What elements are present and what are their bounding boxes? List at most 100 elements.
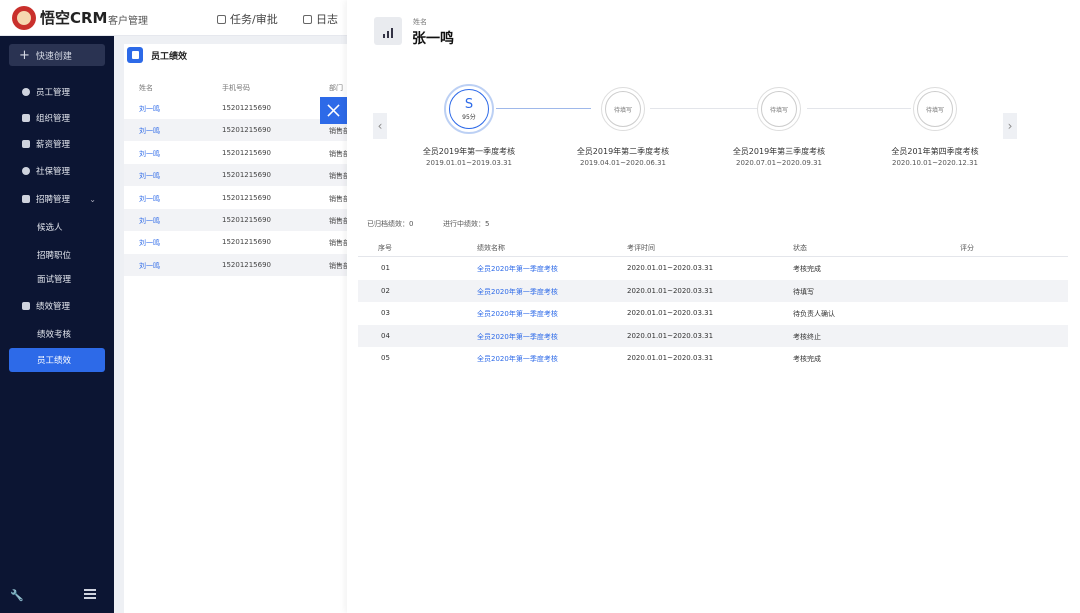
table-header: 序号 绩效名称 考评时间 状态 评分 (358, 236, 1068, 257)
nav-tasks[interactable]: 任务/审批 (217, 11, 278, 27)
sidebar: + 快速创建 员工管理 组织管理 薪资管理 社保管理 招聘管理 ⌄ 候选人 招聘… (0, 36, 114, 613)
performance-name-link[interactable]: 全员2020年第一季度考核 (477, 309, 558, 319)
employee-name-link[interactable]: 刘一鸣 (139, 171, 160, 181)
sidebar-footer: 🔧 (0, 577, 114, 613)
phone-cell: 15201215690 (222, 238, 271, 247)
status-cell: 待负责人确认 (793, 310, 835, 319)
stage-date-1: 2019.01.01~2019.03.31 (425, 159, 513, 167)
employee-detail-drawer: 姓名 张一鸣 ‹ › S 95分 待填写 待填写 待填写 全员2019年第一季度… (347, 0, 1080, 613)
nav-log[interactable]: 日志 (303, 11, 338, 27)
period-cell: 2020.01.01~2020.03.31 (627, 331, 714, 340)
row-number: 02 (381, 286, 390, 295)
period-cell: 2020.01.01~2020.03.31 (627, 264, 714, 272)
sidebar-item-job-positions[interactable]: 招聘职位 (0, 245, 114, 265)
sidebar-item-candidates[interactable]: 候选人 (0, 217, 114, 237)
stage-circle-2[interactable]: 待填写 (601, 87, 645, 131)
sidebar-item-interviews[interactable]: 面试管理 (0, 269, 114, 289)
list-title: 员工绩效 (151, 51, 188, 62)
shield-icon (22, 167, 30, 175)
employee-name-link[interactable]: 刘一鸣 (139, 261, 160, 271)
employee-name-link[interactable]: 刘一鸣 (139, 126, 160, 136)
table-row[interactable]: 05 全员2020年第一季度考核 2020.01.01~2020.03.31 考核完成 (358, 347, 1068, 370)
row-number: 01 (381, 264, 390, 272)
close-drawer-button[interactable] (320, 97, 347, 124)
phone-cell: 15201215690 (222, 193, 271, 202)
quick-create-button[interactable]: + 快速创建 (9, 44, 105, 66)
table-row[interactable]: 04 全员2020年第一季度考核 2020.01.01~2020.03.31 考核终止 (358, 324, 1068, 348)
stage-title-2: 全员2019年第二季度考核 (576, 147, 670, 156)
sidebar-item-performance[interactable]: 绩效管理 (0, 296, 114, 316)
performance-name-link[interactable]: 全员2020年第一季度考核 (477, 264, 558, 274)
employee-name-link[interactable]: 刘一鸣 (139, 149, 160, 159)
user-icon (22, 88, 30, 96)
performance-name-link[interactable]: 全员2020年第一季度考核 (477, 354, 558, 364)
stage-circle-4[interactable]: 待填写 (913, 87, 957, 131)
prev-arrow-button[interactable]: ‹ (373, 113, 387, 139)
timeline-connector (496, 108, 591, 109)
doc-icon (303, 14, 312, 24)
sidebar-item-organization[interactable]: 组织管理 (0, 108, 114, 128)
chevron-left-icon: ‹ (377, 119, 383, 133)
close-icon (327, 104, 340, 117)
sidebar-item-employee-performance[interactable]: 员工绩效 (9, 348, 105, 372)
chart-icon (22, 302, 30, 310)
timeline-connector (650, 108, 757, 109)
employee-name-link[interactable]: 刘一鸣 (139, 238, 160, 248)
employee-name-link[interactable]: 刘一鸣 (139, 194, 160, 204)
brand-name[interactable]: 悟空CRM (40, 7, 108, 28)
stage-circle-3[interactable]: 待填写 (757, 87, 801, 131)
chevron-down-icon: ⌄ (89, 194, 96, 204)
wrench-icon[interactable]: 🔧 (10, 589, 24, 602)
list-header: 员工绩效 (127, 47, 187, 63)
phone-cell: 15201215690 (222, 171, 271, 180)
period-cell: 2020.01.01~2020.03.31 (627, 309, 714, 318)
stage-status: 待填写 (613, 106, 632, 114)
stage-date-4: 2020.10.01~2020.12.31 (891, 159, 979, 167)
sidebar-item-employee[interactable]: 员工管理 (0, 82, 114, 102)
stage-title-3: 全员2019年第三季度考核 (732, 147, 826, 156)
sidebar-item-performance-review[interactable]: 绩效考核 (0, 324, 114, 344)
stage-date-2: 2019.04.01~2020.06.31 (579, 159, 667, 167)
name-label: 姓名 (413, 18, 427, 26)
table-row[interactable]: 02 全员2020年第一季度考核 2020.01.01~2020.03.31 待填写 (358, 279, 1068, 303)
status-cell: 考核终止 (793, 332, 821, 341)
bar-chart-icon (374, 17, 402, 45)
stage-score: 95分 (462, 113, 476, 121)
period-cell: 2020.01.01~2020.03.31 (627, 354, 714, 363)
wallet-icon (22, 140, 30, 148)
monkey-logo-icon[interactable] (12, 6, 36, 30)
document-icon (127, 47, 143, 63)
sidebar-item-social-security[interactable]: 社保管理 (0, 161, 114, 181)
phone-cell: 15201215690 (222, 148, 271, 157)
employee-name: 张一鸣 (412, 31, 454, 47)
sidebar-item-recruitment[interactable]: 招聘管理 ⌄ (0, 189, 114, 209)
stage-status: 待填写 (769, 106, 788, 114)
stage-circle-1[interactable]: S 95分 (444, 84, 494, 134)
stage-date-3: 2020.07.01~2020.09.31 (735, 159, 823, 167)
chevron-right-icon: › (1007, 119, 1013, 133)
next-arrow-button[interactable]: › (1003, 113, 1017, 139)
employee-name-link[interactable]: 刘一鸣 (139, 216, 160, 226)
row-number: 03 (381, 309, 390, 318)
sidebar-item-salary[interactable]: 薪资管理 (0, 134, 114, 154)
timeline-connector (807, 108, 911, 109)
table-row[interactable]: 03 全员2020年第一季度考核 2020.01.01~2020.03.31 待负责人… (358, 302, 1068, 325)
org-icon (22, 114, 30, 122)
status-cell: 待填写 (793, 287, 814, 296)
stage-title-4: 全员201年第四季度考核 (891, 147, 979, 156)
brand-subtitle[interactable]: 客户管理 (108, 12, 148, 27)
table-row[interactable]: 01 全员2020年第一季度考核 2020.01.01~2020.03.31 考核完成 (358, 257, 1068, 280)
employee-name-link[interactable]: 刘一鸣 (139, 104, 160, 114)
in-progress-count: 进行中绩效：5 (443, 220, 490, 228)
collapse-menu-icon[interactable] (84, 589, 96, 599)
row-number: 05 (381, 354, 390, 363)
status-cell: 考核完成 (793, 265, 821, 273)
row-number: 04 (381, 331, 390, 340)
phone-cell: 15201215690 (222, 126, 271, 135)
performance-name-link[interactable]: 全员2020年第一季度考核 (477, 287, 558, 297)
recruit-icon (22, 195, 30, 203)
stage-status: 待填写 (925, 106, 944, 114)
performance-name-link[interactable]: 全员2020年第一季度考核 (477, 332, 558, 342)
phone-cell: 15201215690 (222, 216, 271, 224)
performance-table: 序号 绩效名称 考评时间 状态 评分 01 全员2020年第一季度考核 2020.0… (358, 236, 1068, 370)
